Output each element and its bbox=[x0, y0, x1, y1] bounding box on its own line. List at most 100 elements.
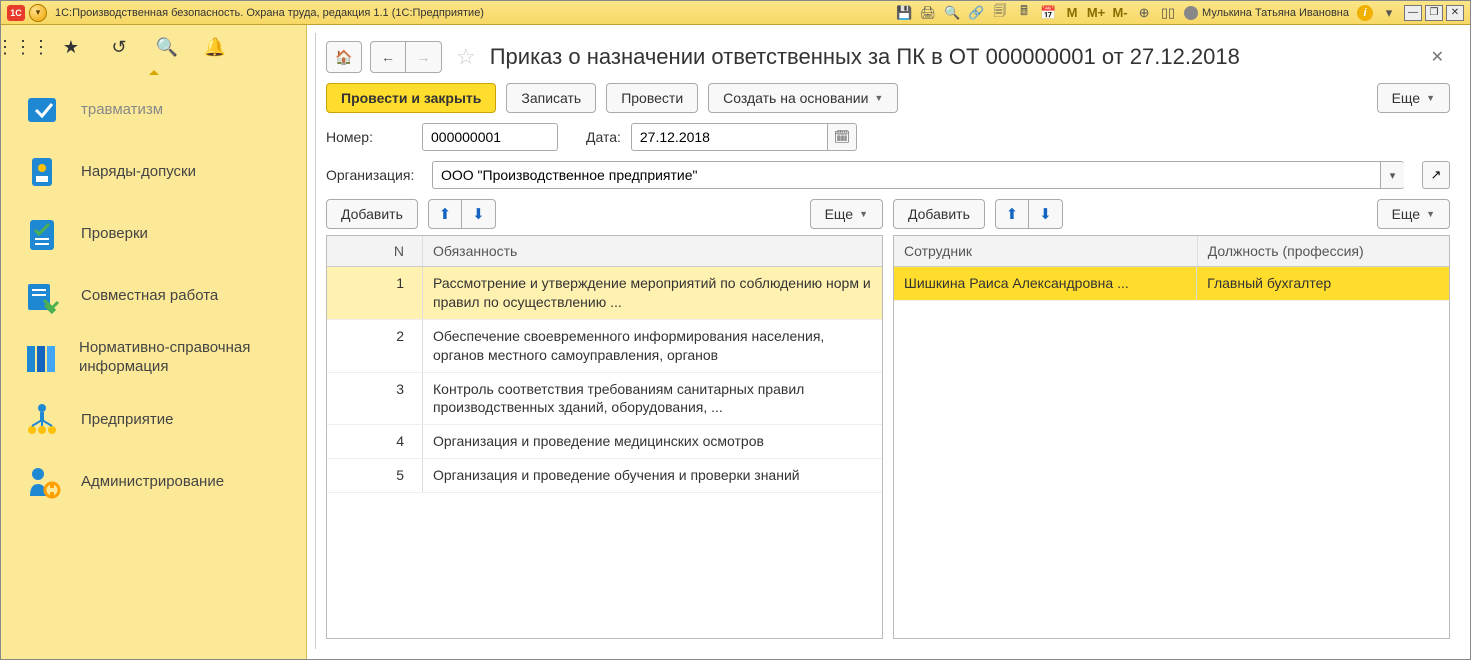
duties-panel: Добавить ⬆ ⬇ Еще ▼ N bbox=[326, 199, 883, 639]
date-input[interactable] bbox=[631, 123, 827, 151]
sidebar-item[interactable]: травматизм bbox=[1, 79, 306, 141]
save-button[interactable]: Записать bbox=[506, 83, 596, 113]
sidebar-item[interactable]: Проверки bbox=[1, 203, 306, 265]
duties-col-n[interactable]: N bbox=[327, 236, 423, 266]
cell-duty: Обеспечение своевременного информировани… bbox=[423, 320, 882, 372]
window-restore[interactable]: ❐ bbox=[1425, 5, 1443, 21]
avatar-icon bbox=[1184, 6, 1198, 20]
number-input[interactable] bbox=[422, 123, 558, 151]
favorite-icon[interactable]: ★ bbox=[61, 37, 81, 57]
sidebar-item[interactable]: Администрирование bbox=[1, 451, 306, 513]
main-menu-button[interactable]: ▾ bbox=[29, 4, 47, 22]
history-icon[interactable]: ↺ bbox=[109, 37, 129, 57]
calculator-icon[interactable]: 🖩 bbox=[1013, 3, 1035, 23]
more-button[interactable]: Еще ▼ bbox=[1377, 83, 1450, 113]
employees-move-up-button[interactable]: ⬆ bbox=[995, 199, 1029, 229]
nav-icon bbox=[21, 213, 63, 255]
table-row[interactable]: 1 Рассмотрение и утверждение мероприятий… bbox=[327, 267, 882, 320]
table-row[interactable]: 2 Обеспечение своевременного информирова… bbox=[327, 320, 882, 373]
info-caret[interactable]: ▾ bbox=[1378, 3, 1400, 23]
sidebar-toolbar: ⋮⋮⋮ ★ ↺ 🔍 🔔 bbox=[1, 25, 306, 69]
organization-open-button[interactable]: ↗ bbox=[1422, 161, 1450, 189]
employees-col-employee[interactable]: Сотрудник bbox=[894, 236, 1198, 266]
cell-employee: Шишкина Раиса Александровна ... bbox=[894, 267, 1197, 300]
employees-move-down-button[interactable]: ⬇ bbox=[1029, 199, 1063, 229]
employees-col-position[interactable]: Должность (профессия) bbox=[1198, 236, 1449, 266]
organization-dropdown-button[interactable]: ▾ bbox=[1380, 161, 1404, 189]
nav-item-label: Наряды-допуски bbox=[81, 163, 196, 182]
create-based-on-label: Создать на основании bbox=[723, 90, 868, 106]
post-button[interactable]: Провести bbox=[606, 83, 698, 113]
cell-n: 5 bbox=[327, 459, 423, 492]
cell-n: 2 bbox=[327, 320, 423, 372]
table-row[interactable]: 5 Организация и проведение обучения и пр… bbox=[327, 459, 882, 493]
print-icon[interactable]: 🖨 bbox=[917, 3, 939, 23]
window-close[interactable]: ✕ bbox=[1446, 5, 1464, 21]
sidebar-item[interactable]: Нормативно-справочная информация bbox=[1, 327, 306, 389]
home-button[interactable]: 🏠 bbox=[326, 41, 362, 73]
search-icon[interactable]: 🔍 bbox=[157, 37, 177, 57]
panels-icon[interactable]: ▯▯ bbox=[1157, 3, 1179, 23]
calendar-icon[interactable]: 📅 bbox=[1037, 3, 1059, 23]
app-title: 1С:Производственная безопасность. Охрана… bbox=[55, 7, 484, 19]
close-tab-button[interactable]: ✕ bbox=[1425, 47, 1450, 67]
table-row[interactable]: 4 Организация и проведение медицинских о… bbox=[327, 425, 882, 459]
content-header: 🏠 ← → ☆ Приказ о назначении ответственны… bbox=[316, 33, 1460, 83]
duties-add-button[interactable]: Добавить bbox=[326, 199, 418, 229]
post-and-close-button[interactable]: Провести и закрыть bbox=[326, 83, 496, 113]
link-icon[interactable]: 🔗 bbox=[965, 3, 987, 23]
nav-icon bbox=[21, 151, 63, 193]
zoom-icon[interactable]: ⊕ bbox=[1133, 3, 1155, 23]
employees-more-button[interactable]: Еще ▼ bbox=[1377, 199, 1450, 229]
chevron-down-icon: ▼ bbox=[1426, 93, 1435, 103]
queue-icon[interactable]: 🗐 bbox=[989, 3, 1011, 23]
nav-item-label: Администрирование bbox=[81, 473, 224, 492]
info-icon[interactable]: i bbox=[1357, 5, 1373, 21]
window-minimize[interactable]: — bbox=[1404, 5, 1422, 21]
sidebar-item[interactable]: Предприятие bbox=[1, 389, 306, 451]
m-plus-button[interactable]: M+ bbox=[1085, 3, 1107, 23]
nav-forward-button[interactable]: → bbox=[406, 41, 442, 73]
sidebar: ⋮⋮⋮ ★ ↺ 🔍 🔔 травматизм Наряды-допуски Пр… bbox=[1, 25, 307, 659]
sidebar-item[interactable]: Совместная работа bbox=[1, 265, 306, 327]
apps-icon[interactable]: ⋮⋮⋮ bbox=[13, 37, 33, 57]
duties-more-label: Еще bbox=[825, 206, 854, 222]
cell-n: 1 bbox=[327, 267, 423, 319]
duties-more-button[interactable]: Еще ▼ bbox=[810, 199, 883, 229]
nav-icon bbox=[21, 89, 63, 131]
employees-add-button[interactable]: Добавить bbox=[893, 199, 985, 229]
document-toolbar: Провести и закрыть Записать Провести Соз… bbox=[316, 83, 1460, 123]
user-name-label: Мулькина Татьяна Ивановна bbox=[1202, 7, 1349, 19]
employees-grid: Сотрудник Должность (профессия) Шишкина … bbox=[893, 235, 1450, 639]
duties-grid: N Обязанность 1 Рассмотрение и утвержден… bbox=[326, 235, 883, 639]
nav-icon bbox=[21, 337, 61, 379]
duties-move-down-button[interactable]: ⬇ bbox=[462, 199, 496, 229]
user-menu[interactable]: Мулькина Татьяна Ивановна bbox=[1184, 6, 1349, 20]
cell-position: Главный бухгалтер bbox=[1197, 267, 1449, 300]
cell-duty: Организация и проведение медицинских осм… bbox=[423, 425, 882, 458]
sidebar-item[interactable]: Наряды-допуски bbox=[1, 141, 306, 203]
nav-item-label: Предприятие bbox=[81, 411, 173, 430]
duties-col-duty[interactable]: Обязанность bbox=[423, 236, 882, 266]
organization-input[interactable] bbox=[432, 161, 1380, 189]
print-preview-icon[interactable]: 🔍 bbox=[941, 3, 963, 23]
table-row[interactable]: 3 Контроль соответствия требованиям сани… bbox=[327, 373, 882, 426]
page-title: Приказ о назначении ответственных за ПК … bbox=[490, 44, 1417, 70]
nav-icon bbox=[21, 275, 63, 317]
calendar-picker-button[interactable]: 🗓 bbox=[827, 123, 857, 151]
notifications-icon[interactable]: 🔔 bbox=[205, 37, 225, 57]
favorite-toggle[interactable]: ☆ bbox=[450, 44, 482, 70]
cell-n: 4 bbox=[327, 425, 423, 458]
m-minus-button[interactable]: M- bbox=[1109, 3, 1131, 23]
save-icon[interactable]: 💾 bbox=[893, 3, 915, 23]
date-label: Дата: bbox=[586, 129, 621, 145]
cell-duty: Контроль соответствия требованиям санита… bbox=[423, 373, 882, 425]
create-based-on-button[interactable]: Создать на основании ▼ bbox=[708, 83, 898, 113]
table-row[interactable]: Шишкина Раиса Александровна ... Главный … bbox=[894, 267, 1449, 301]
m-button[interactable]: M bbox=[1061, 3, 1083, 23]
nav-item-label: Проверки bbox=[81, 225, 148, 244]
nav-icon bbox=[21, 461, 63, 503]
content-area: 🏠 ← → ☆ Приказ о назначении ответственны… bbox=[307, 25, 1470, 659]
duties-move-up-button[interactable]: ⬆ bbox=[428, 199, 462, 229]
nav-back-button[interactable]: ← bbox=[370, 41, 406, 73]
